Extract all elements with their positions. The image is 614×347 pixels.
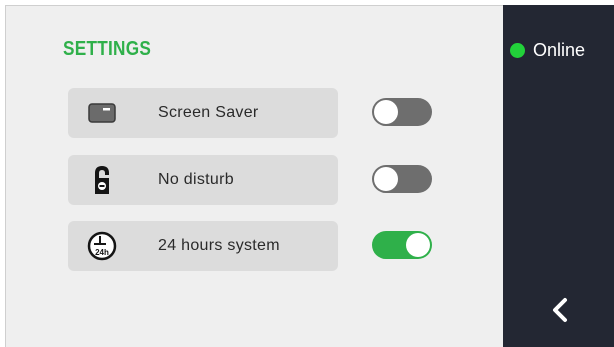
online-status: Online bbox=[510, 40, 585, 60]
online-status-label: Online bbox=[533, 39, 586, 60]
toggle-knob bbox=[406, 233, 430, 257]
toggle-knob bbox=[374, 167, 398, 191]
toggle-knob bbox=[374, 100, 398, 124]
no-disturb-toggle[interactable] bbox=[372, 165, 432, 193]
24-hours-toggle[interactable] bbox=[372, 231, 432, 259]
setting-row-screen-saver[interactable]: Screen Saver bbox=[68, 88, 338, 138]
setting-row-24-hours[interactable]: 24h 24 hours system bbox=[68, 221, 338, 271]
online-dot-icon bbox=[510, 42, 525, 58]
clock-24h-icon: 24h bbox=[87, 231, 117, 261]
page-title: SETTINGS bbox=[63, 38, 152, 60]
clock-24h-label: 24h bbox=[95, 248, 109, 257]
chevron-left-icon[interactable] bbox=[548, 295, 572, 325]
screen-saver-icon bbox=[88, 103, 116, 123]
setting-label-no-disturb: No disturb bbox=[158, 171, 234, 188]
settings-screen: SETTINGS Screen Saver No disturb 24h 24 … bbox=[0, 0, 614, 347]
setting-row-no-disturb[interactable]: No disturb bbox=[68, 155, 338, 205]
setting-label-24-hours: 24 hours system bbox=[158, 237, 280, 254]
setting-label-screen-saver: Screen Saver bbox=[158, 104, 259, 121]
do-not-disturb-icon bbox=[95, 166, 109, 194]
screen-saver-toggle[interactable] bbox=[372, 98, 432, 126]
